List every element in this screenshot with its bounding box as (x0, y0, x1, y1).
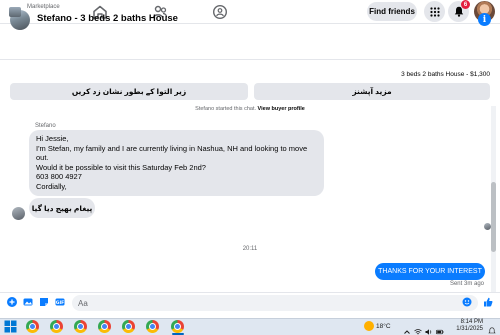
clock-date: 1/31/2025 (456, 326, 483, 332)
volume-icon[interactable] (425, 323, 433, 335)
marketplace-thumbnail[interactable] (9, 7, 21, 17)
chrome-icon[interactable] (74, 320, 87, 333)
battery-icon[interactable] (436, 323, 444, 335)
more-options-button[interactable]: مزید آپشنز (254, 83, 490, 100)
notification-badge: 6 (461, 0, 470, 9)
menu-grid-icon[interactable] (424, 1, 445, 22)
chrome-icon[interactable] (171, 320, 184, 333)
time-separator: 20:11 (242, 246, 258, 252)
svg-text:GIF: GIF (56, 300, 64, 306)
info-icon[interactable]: i (478, 13, 491, 26)
scrollbar-thumb[interactable] (491, 182, 496, 252)
seen-indicator-avatar (484, 223, 491, 230)
message-input[interactable] (72, 295, 478, 311)
chrome-icon[interactable] (146, 320, 159, 333)
notification-center-icon[interactable] (488, 322, 496, 334)
view-buyer-profile-link[interactable]: View buyer profile (258, 106, 305, 112)
sticker-icon[interactable] (39, 297, 49, 307)
gif-icon[interactable]: GIF (55, 297, 65, 307)
chevron-up-icon[interactable] (403, 323, 411, 334)
groups-icon[interactable] (212, 4, 228, 20)
chat-title[interactable]: Stefano - 3 beds 2 baths House (37, 13, 178, 24)
listing-title-price[interactable]: 3 beds 2 baths House - $1,300 (401, 71, 490, 78)
message-line: Hi Jessie, (36, 134, 69, 143)
sent-status: Sent 3m ago (449, 281, 484, 287)
photo-icon[interactable] (23, 297, 33, 307)
message-line: Would it be possible to visit this Satur… (36, 162, 206, 172)
like-thumbs-up-icon[interactable] (483, 297, 493, 307)
message-line: Cordially, (36, 181, 67, 191)
system-clock[interactable]: 8:14 PM 1/31/2025 (449, 319, 483, 333)
mark-as-pending-button[interactable]: زیر التوا کے بطور نشان زد کریں (10, 83, 248, 100)
clock-time: 8:14 PM (460, 319, 483, 325)
windows-start-icon[interactable] (4, 320, 17, 333)
message-line: I'm Stefan, my family and I are currentl… (36, 143, 308, 153)
marketplace-label: Marketplace (27, 4, 60, 10)
emoji-icon[interactable] (462, 297, 472, 307)
sender-avatar[interactable] (12, 207, 25, 220)
chrome-icon[interactable] (26, 320, 39, 333)
message-sent-bubble[interactable]: پیغام بھیج دیا گیا (29, 198, 95, 218)
incoming-message-bubble[interactable]: Hi Jessie, I'm Stefan, my family and I a… (29, 130, 324, 196)
wifi-icon[interactable] (414, 323, 422, 335)
chrome-icon[interactable] (50, 320, 63, 333)
chrome-icon[interactable] (98, 320, 111, 333)
chat-started-notice: Stefano started this chat. View buyer pr… (0, 106, 500, 112)
message-line: out. (36, 153, 49, 163)
outgoing-message-bubble[interactable]: THANKS FOR YOUR INTEREST (375, 263, 485, 280)
chrome-icon[interactable] (122, 320, 135, 333)
weather-sun-icon[interactable] (364, 321, 374, 331)
chat-header (0, 24, 500, 60)
message-line: 603 800 4927 (36, 172, 82, 182)
plus-icon[interactable] (7, 297, 17, 307)
weather-temperature[interactable]: 18°C (376, 323, 391, 330)
find-friends-button[interactable]: Find friends (367, 2, 417, 21)
sender-name: Stefano (35, 123, 56, 129)
started-chat-text: Stefano started this chat. (195, 106, 257, 112)
